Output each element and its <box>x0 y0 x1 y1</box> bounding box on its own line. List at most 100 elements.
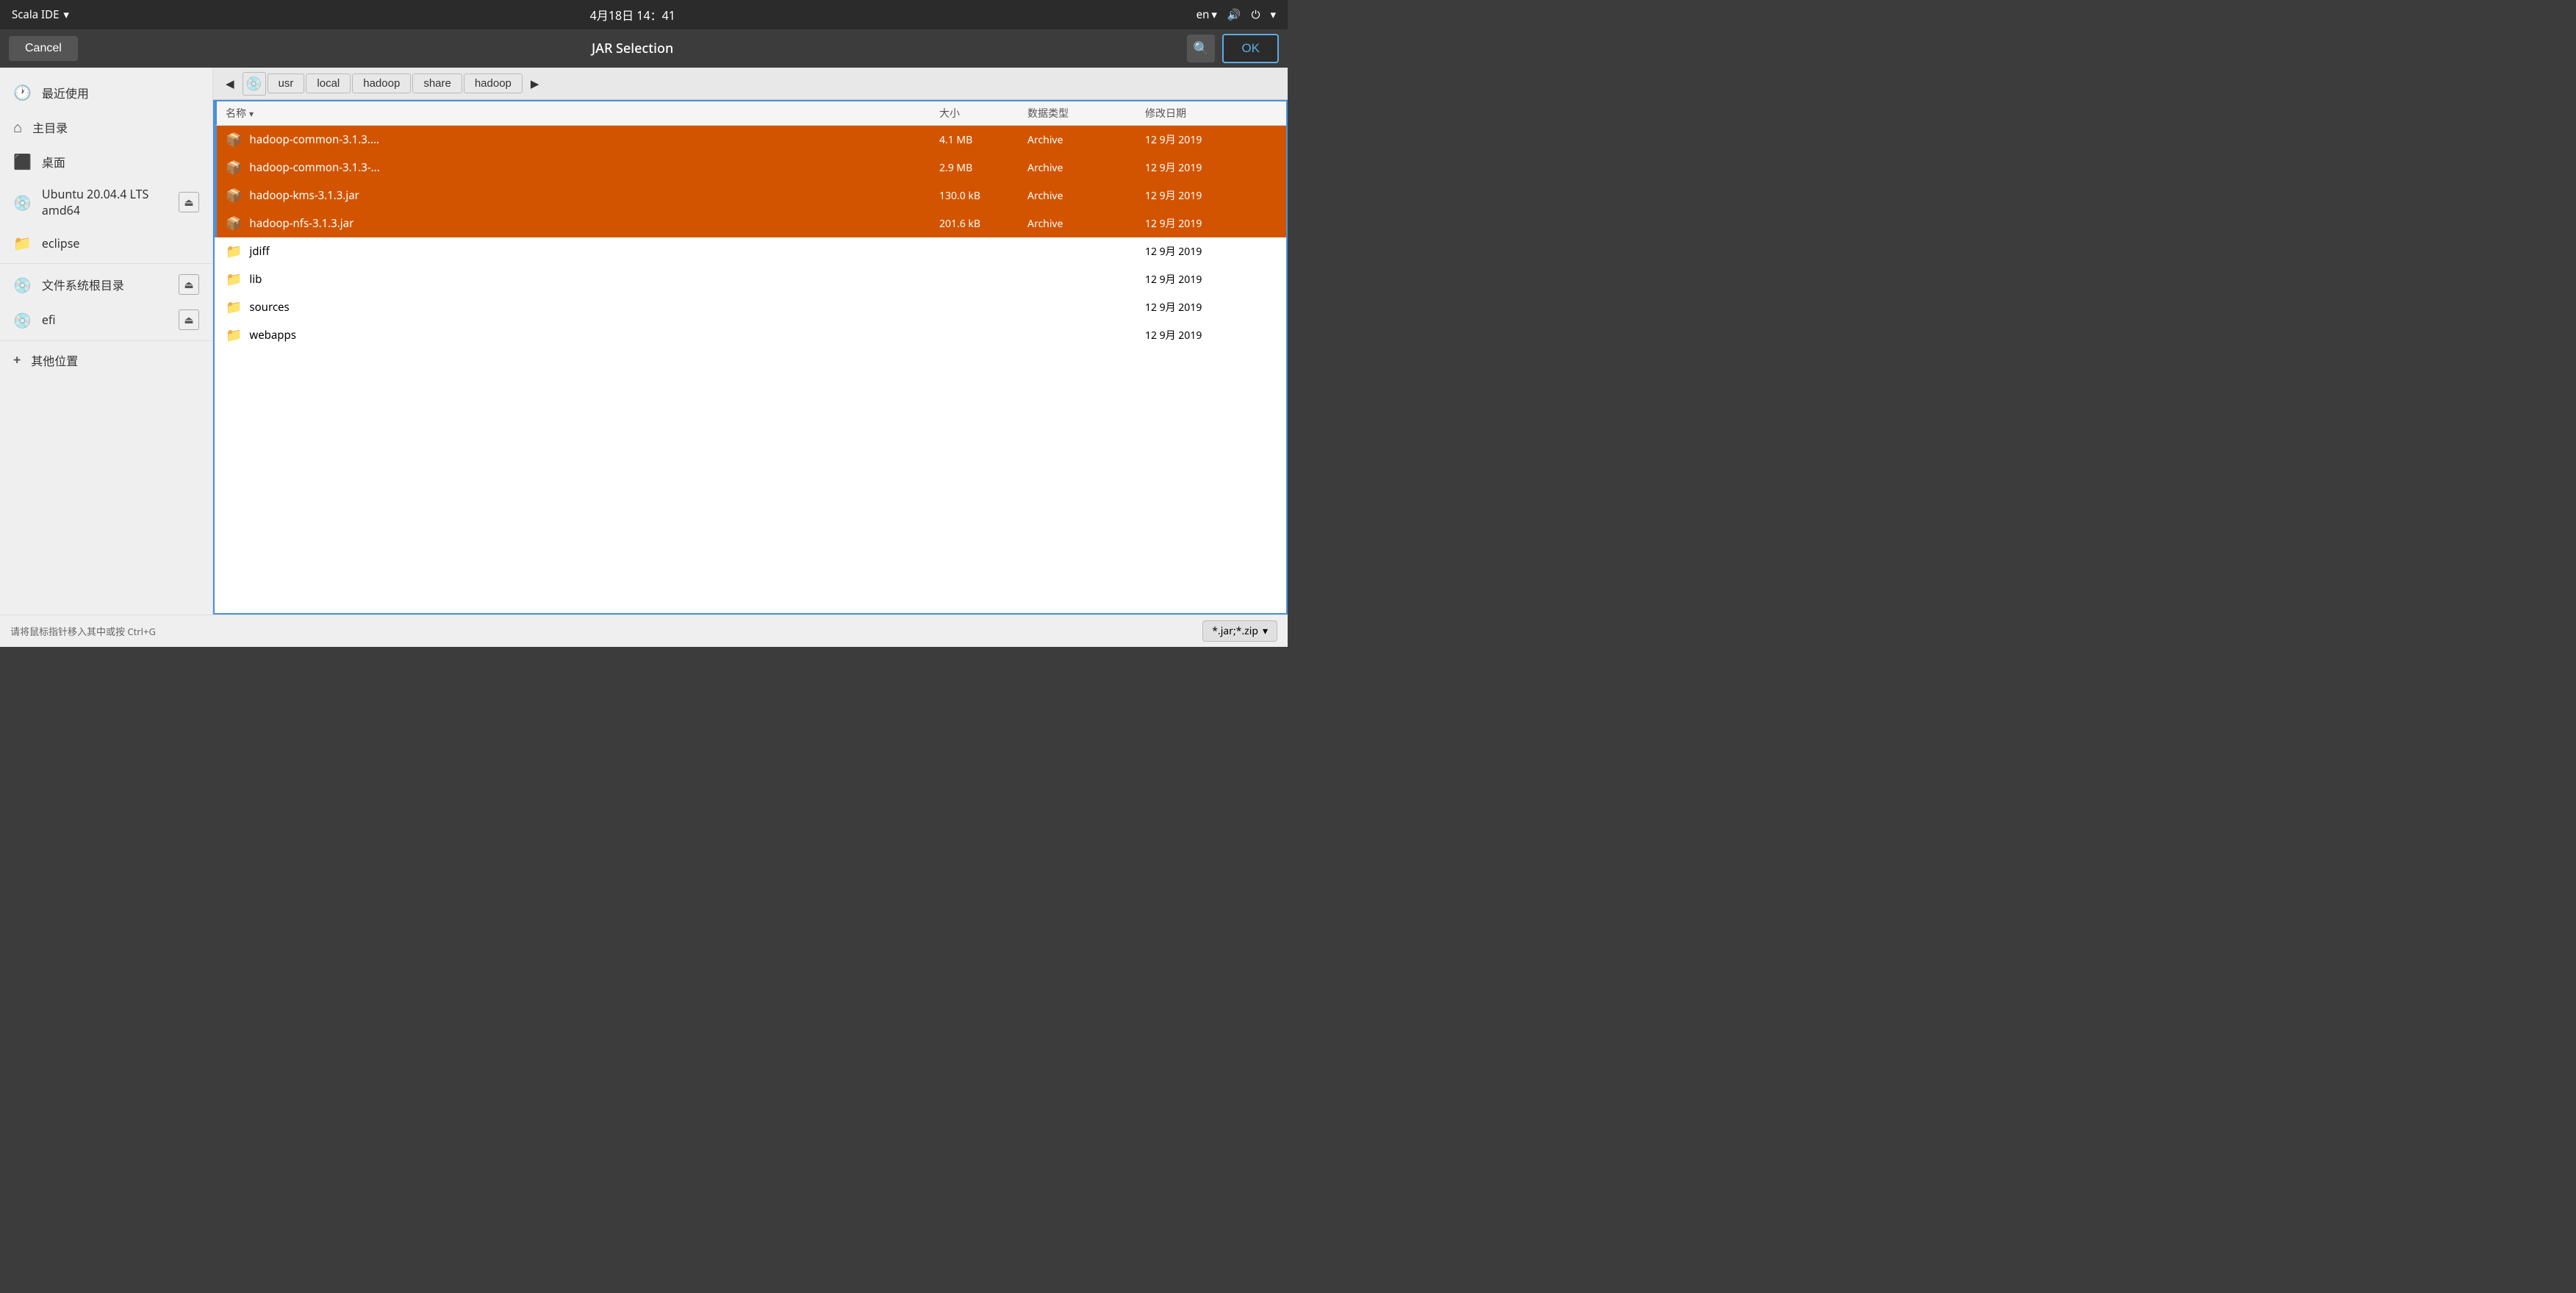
sidebar-item-other-places[interactable]: + 其他位置 <box>0 344 212 376</box>
jar-icon: 📦 <box>226 187 242 204</box>
jar-icon: 📦 <box>226 131 242 148</box>
file-list-container: 名称 ▾ 大小 数据类型 修改日期 📦 <box>213 100 1288 615</box>
file-date: 12 9月 2019 <box>1145 244 1277 259</box>
column-headers: 名称 ▾ 大小 数据类型 修改日期 <box>215 101 1286 126</box>
back-button[interactable]: ◀ <box>219 74 241 94</box>
sidebar-item-label-eclipse: eclipse <box>42 235 199 251</box>
sidebar-item-label-other: 其他位置 <box>31 351 199 369</box>
language-selector[interactable]: en ▾ <box>1196 7 1217 22</box>
file-name-cell: 📁 webapps <box>226 326 939 344</box>
file-date: 12 9月 2019 <box>1145 216 1277 231</box>
file-size: 2.9 MB <box>939 161 1027 175</box>
volume-icon[interactable]: 🔊 <box>1227 7 1241 22</box>
col-header-name[interactable]: 名称 ▾ <box>226 106 939 121</box>
clock-icon: 🕐 <box>13 82 32 102</box>
table-row[interactable]: 📦 hadoop-common-3.1.3.... 4.1 MB Archive… <box>215 126 1286 154</box>
header-right-actions: 🔍 OK <box>1187 34 1279 63</box>
dialog-header: Cancel JAR Selection 🔍 OK <box>0 29 1288 68</box>
file-date: 12 9月 2019 <box>1145 188 1277 203</box>
file-date: 12 9月 2019 <box>1145 328 1277 343</box>
table-row[interactable]: 📁 webapps 12 9月 2019 <box>215 321 1286 349</box>
file-size: 201.6 kB <box>939 217 1027 231</box>
table-row[interactable]: 📁 lib 12 9月 2019 <box>215 265 1286 293</box>
file-name-cell: 📁 jdiff <box>226 243 939 260</box>
sidebar: 🕐 最近使用 ⌂ 主目录 ⬛ 桌面 💿 Ubuntu 20.04.4 LTS a… <box>0 68 213 615</box>
file-type: Archive <box>1027 189 1145 203</box>
table-row[interactable]: 📦 hadoop-nfs-3.1.3.jar 201.6 kB Archive … <box>215 209 1286 237</box>
topbar-datetime: 4月18日 14：41 <box>590 6 675 24</box>
file-date: 12 9月 2019 <box>1145 132 1277 147</box>
dialog-title: JAR Selection <box>592 40 673 57</box>
ok-button[interactable]: OK <box>1222 34 1279 63</box>
breadcrumb-local[interactable]: local <box>306 74 351 93</box>
breadcrumb-usr[interactable]: usr <box>268 74 305 93</box>
file-type: Archive <box>1027 133 1145 147</box>
power-arrow[interactable]: ▾ <box>1270 7 1276 22</box>
jar-icon: 📦 <box>226 159 242 176</box>
col-header-size[interactable]: 大小 <box>939 106 1027 121</box>
drive-icon-filesystem: 💿 <box>13 275 32 295</box>
sidebar-item-ubuntu[interactable]: 💿 Ubuntu 20.04.4 LTS amd64 ⏏ <box>0 179 212 226</box>
file-name-cell: 📦 hadoop-kms-3.1.3.jar <box>226 187 939 204</box>
file-name-text: jdiff <box>249 244 269 259</box>
table-row[interactable]: 📦 hadoop-common-3.1.3-... 2.9 MB Archive… <box>215 154 1286 182</box>
folder-icon-eclipse: 📁 <box>13 233 32 253</box>
eject-button-ubuntu[interactable]: ⏏ <box>179 192 199 212</box>
file-name-text: webapps <box>249 328 296 343</box>
drive-icon-breadcrumb: 💿 <box>245 75 262 93</box>
topbar-left: Scala IDE ▾ <box>12 7 69 22</box>
folder-icon: 📁 <box>226 243 242 260</box>
filter-dropdown[interactable]: *.jar;*.zip ▾ <box>1202 620 1277 642</box>
col-date-label: 修改日期 <box>1145 106 1186 121</box>
file-name-text: hadoop-common-3.1.3-... <box>249 160 379 175</box>
file-name-text: sources <box>249 300 289 315</box>
sidebar-item-home[interactable]: ⌂ 主目录 <box>0 110 212 144</box>
forward-button[interactable]: ▶ <box>524 74 546 94</box>
sidebar-item-label-home: 主目录 <box>32 118 199 136</box>
home-icon: ⌂ <box>13 117 22 137</box>
folder-icon: 📁 <box>226 271 242 288</box>
main-content: ◀ 💿 usr local hadoop share hadoop ▶ <box>213 68 1288 615</box>
topbar: Scala IDE ▾ 4月18日 14：41 en ▾ 🔊 ⏻ ▾ <box>0 0 1288 29</box>
table-row[interactable]: 📁 sources 12 9月 2019 <box>215 293 1286 321</box>
desktop-icon: ⬛ <box>13 151 32 171</box>
eject-button-efi[interactable]: ⏏ <box>179 309 199 330</box>
table-row[interactable]: 📦 hadoop-kms-3.1.3.jar 130.0 kB Archive … <box>215 182 1286 209</box>
power-icon[interactable]: ⏻ <box>1252 7 1260 22</box>
cancel-button[interactable]: Cancel <box>9 36 78 61</box>
col-size-label: 大小 <box>939 106 960 121</box>
breadcrumb-share[interactable]: share <box>412 74 462 93</box>
eject-icon-efi: ⏏ <box>184 314 193 326</box>
file-name-cell: 📁 sources <box>226 298 939 316</box>
sidebar-item-label-efi: efi <box>42 312 168 328</box>
file-size: 130.0 kB <box>939 189 1027 203</box>
file-name-cell: 📁 lib <box>226 271 939 288</box>
file-name-text: hadoop-kms-3.1.3.jar <box>249 188 359 203</box>
file-list: 📦 hadoop-common-3.1.3.... 4.1 MB Archive… <box>215 126 1286 613</box>
search-button[interactable]: 🔍 <box>1187 35 1215 62</box>
eject-button-filesystem[interactable]: ⏏ <box>179 274 199 295</box>
table-row[interactable]: 📁 jdiff 12 9月 2019 <box>215 237 1286 265</box>
col-name-label: 名称 <box>226 106 246 121</box>
dialog-body: 🕐 最近使用 ⌂ 主目录 ⬛ 桌面 💿 Ubuntu 20.04.4 LTS a… <box>0 68 1288 615</box>
folder-icon: 📁 <box>226 298 242 316</box>
drive-location-icon[interactable]: 💿 <box>243 72 266 96</box>
col-header-type[interactable]: 数据类型 <box>1027 106 1145 121</box>
sidebar-item-filesystem[interactable]: 💿 文件系统根目录 ⏏ <box>0 267 212 302</box>
eject-icon-filesystem: ⏏ <box>184 279 193 291</box>
file-name-cell: 📦 hadoop-common-3.1.3.... <box>226 131 939 148</box>
col-type-label: 数据类型 <box>1027 106 1069 121</box>
sidebar-item-efi[interactable]: 💿 efi ⏏ <box>0 302 212 337</box>
folder-icon: 📁 <box>226 326 242 344</box>
sidebar-item-recent[interactable]: 🕐 最近使用 <box>0 75 212 110</box>
app-dropdown-arrow[interactable]: ▾ <box>63 7 69 22</box>
sidebar-item-desktop[interactable]: ⬛ 桌面 <box>0 144 212 179</box>
breadcrumb-hadoop-1[interactable]: hadoop <box>352 74 411 93</box>
col-header-date[interactable]: 修改日期 <box>1145 106 1277 121</box>
sort-arrow-icon: ▾ <box>249 107 254 120</box>
file-type: Archive <box>1027 161 1145 175</box>
forward-arrow-icon: ▶ <box>531 78 539 90</box>
breadcrumb-hadoop-2[interactable]: hadoop <box>464 74 523 93</box>
back-arrow-icon: ◀ <box>226 78 234 90</box>
sidebar-item-eclipse[interactable]: 📁 eclipse <box>0 226 212 260</box>
